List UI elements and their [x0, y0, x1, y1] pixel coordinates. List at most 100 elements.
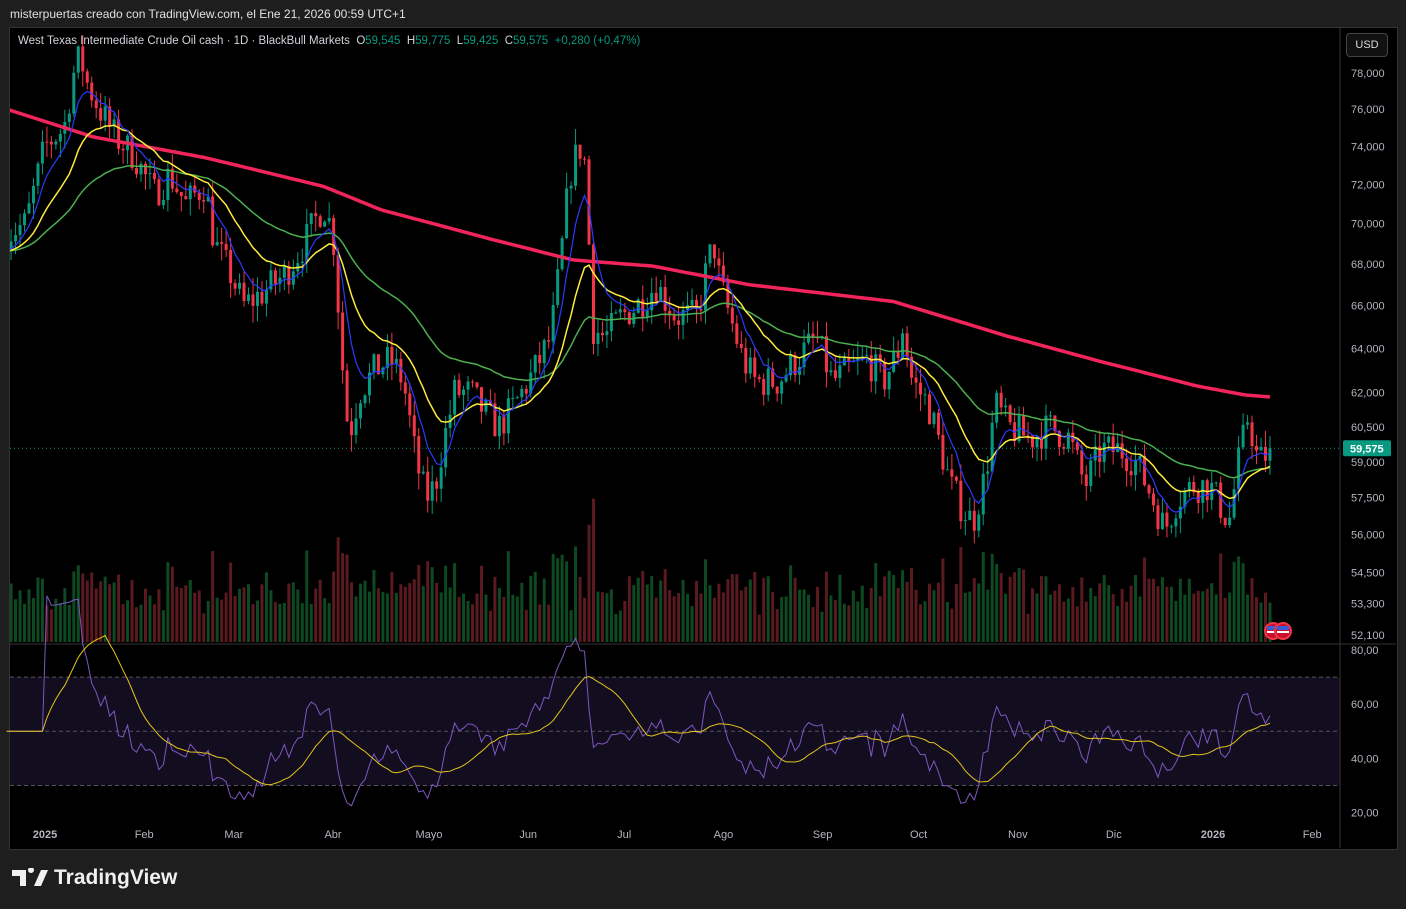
volume-bar	[565, 561, 569, 642]
volume-bar	[471, 604, 475, 642]
volume-bar	[188, 580, 192, 642]
candle-body	[614, 312, 618, 314]
candle-body	[775, 386, 779, 394]
volume-bar	[376, 588, 380, 642]
volume-bar	[462, 593, 466, 642]
time-axis-label: Mar	[224, 829, 243, 841]
candle-body	[936, 412, 940, 435]
volume-bar	[444, 565, 448, 642]
volume-bar	[135, 607, 139, 642]
volume-bar	[1205, 588, 1209, 642]
volume-bar	[614, 613, 618, 642]
volume-bar	[121, 604, 125, 642]
candle-body	[36, 163, 40, 186]
volume-bar	[542, 578, 546, 642]
volume-bar	[1035, 593, 1039, 642]
candle-body	[1022, 415, 1026, 436]
volume-bar	[385, 593, 389, 642]
volume-bar	[600, 592, 604, 642]
candle-body	[950, 469, 954, 477]
candle-body	[583, 158, 587, 160]
candle-body	[27, 203, 31, 214]
candle-body	[833, 370, 837, 379]
candle-body	[717, 258, 721, 266]
time-axis-label: Nov	[1008, 829, 1028, 841]
volume-bar	[999, 573, 1003, 642]
low-value: 59,425	[463, 35, 499, 47]
volume-bar	[193, 592, 197, 642]
volume-bar	[802, 589, 806, 642]
volume-bar	[784, 596, 788, 642]
volume-bar	[341, 553, 345, 642]
candle-body	[556, 269, 560, 305]
candle-body	[1066, 432, 1070, 449]
volume-bar	[130, 580, 134, 642]
volume-bar	[1196, 590, 1200, 642]
candle-body	[1089, 460, 1093, 486]
candle-body	[1223, 517, 1227, 526]
volume-bar	[1129, 585, 1133, 642]
volume-bar	[1151, 578, 1155, 642]
volume-bar	[838, 574, 842, 642]
open-value: 59,545	[365, 35, 401, 47]
candle-body	[780, 381, 784, 394]
us-flag-canton	[1277, 626, 1289, 630]
volume-bar	[1138, 596, 1142, 642]
price-chart[interactable]: 78,000 76,000 74,000 72,000 70,000 68,000 66,0…	[0, 0, 1406, 909]
close-value: 59,575	[513, 35, 549, 47]
volume-bar	[968, 591, 972, 642]
volume-bar	[10, 583, 13, 642]
candle-body	[152, 173, 156, 180]
volume-bar	[291, 582, 295, 642]
volume-bar	[815, 586, 819, 642]
candle-body	[990, 422, 994, 472]
candle-body	[90, 82, 94, 101]
volume-bar	[905, 581, 909, 642]
volume-bar	[574, 546, 578, 642]
volume-bar	[287, 583, 291, 642]
candle-body	[457, 379, 461, 396]
volume-bar	[650, 575, 654, 642]
volume-bar	[829, 595, 833, 642]
volume-bar	[807, 594, 811, 642]
candle-body	[945, 469, 949, 471]
time-axis-label: Oct	[910, 829, 927, 841]
last-price-label: 59,575	[1350, 443, 1384, 455]
symbol-title[interactable]: West Texas Intermediate Crude Oil cash ·…	[18, 35, 350, 47]
candle-body	[1246, 422, 1250, 425]
candle-body	[408, 393, 412, 416]
tradingview-logo[interactable]: TradingView	[12, 866, 177, 890]
volume-bar	[578, 576, 582, 642]
change-value: +0,280 (+0,47%)	[554, 35, 641, 47]
candle-body	[417, 436, 421, 474]
candle-body	[58, 133, 62, 142]
time-axis-label: Dic	[1106, 829, 1122, 841]
volume-bar	[954, 583, 958, 642]
candles	[10, 35, 1272, 642]
volume-bar	[990, 553, 994, 642]
volume-bar	[986, 589, 990, 642]
volume-bar	[1125, 601, 1129, 642]
currency-button[interactable]: USD	[1346, 33, 1388, 57]
candle-body	[372, 354, 376, 373]
candle-body	[282, 265, 286, 278]
volume-bar	[1147, 578, 1151, 642]
candle-body	[1107, 436, 1111, 443]
volume-bar	[23, 603, 27, 642]
volume-bar	[569, 610, 573, 642]
candle-body	[466, 381, 470, 390]
volume-bar	[1134, 575, 1138, 642]
volume-bar	[31, 598, 35, 642]
volume-bar	[502, 596, 506, 642]
volume-bar	[1057, 584, 1061, 642]
volume-bar	[224, 592, 228, 642]
volume-bar	[327, 602, 331, 642]
candle-body	[730, 307, 734, 324]
candle-body	[166, 168, 170, 200]
volume-bar	[851, 590, 855, 642]
volume-bar	[1250, 578, 1254, 642]
volume-bar	[605, 593, 609, 642]
candle-body	[650, 292, 654, 311]
volume-bar	[762, 578, 766, 642]
volume-bar	[242, 587, 246, 642]
